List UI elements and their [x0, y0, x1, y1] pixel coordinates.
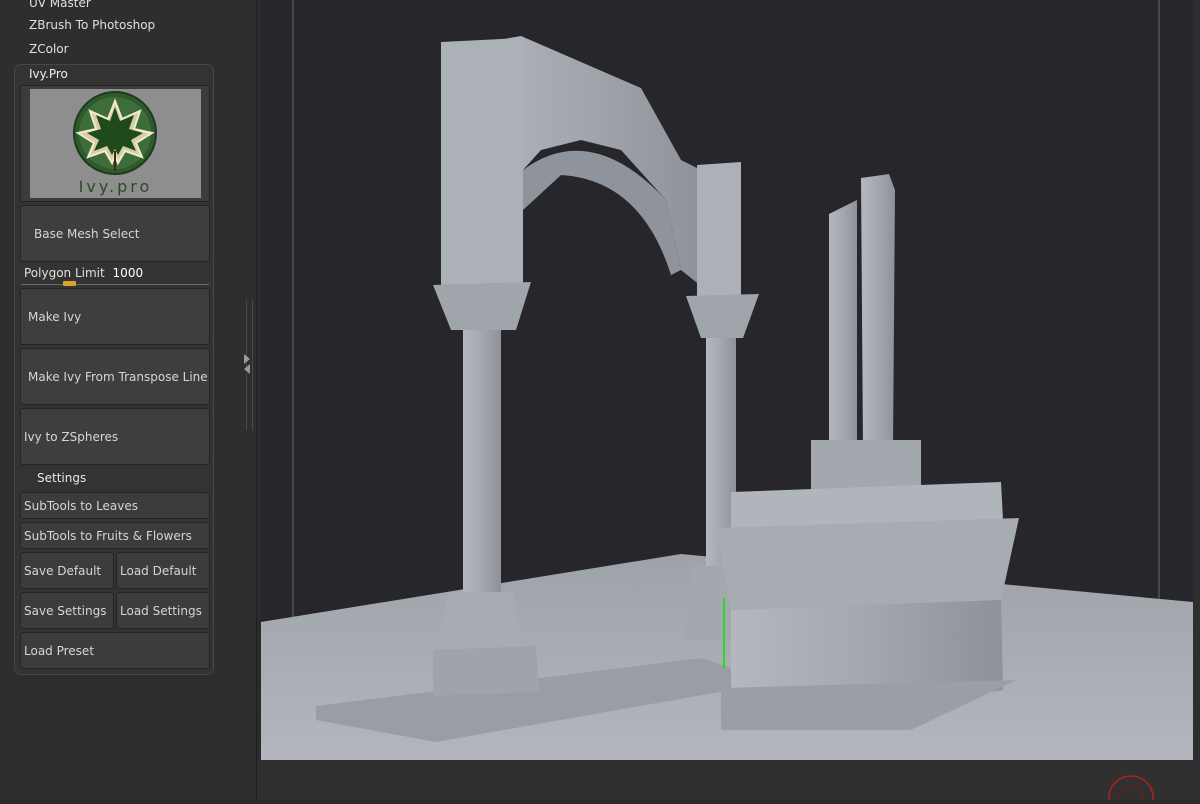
load-settings-button[interactable]: Load Settings — [116, 592, 210, 629]
record-icon[interactable] — [257, 760, 1200, 804]
load-default-button[interactable]: Load Default — [116, 552, 210, 589]
polygon-limit-label: Polygon Limit — [24, 266, 105, 280]
load-preset-button[interactable]: Load Preset — [20, 632, 210, 669]
base-mesh-select-button[interactable]: Base Mesh Select — [20, 205, 210, 262]
subtools-to-leaves-button[interactable]: SubTools to Leaves — [20, 492, 210, 519]
ivy-pro-panel: Ivy.Pro Ivy.pro Base Mesh Select Polygon… — [14, 64, 214, 675]
polygon-limit-value: 1000 — [112, 266, 144, 280]
menu-item-zcolor[interactable]: ZColor — [29, 42, 69, 56]
left-tray: UV Master ZBrush To Photoshop ZColor Ivy… — [0, 0, 257, 800]
ivy-logo-text: Ivy.pro — [78, 177, 153, 196]
make-ivy-button[interactable]: Make Ivy — [20, 288, 210, 345]
make-ivy-from-transpose-line-button[interactable]: Make Ivy From Transpose Line — [20, 348, 210, 405]
menu-item-zbrush-to-photoshop[interactable]: ZBrush To Photoshop — [29, 18, 155, 32]
subtools-to-fruits-flowers-button[interactable]: SubTools to Fruits & Flowers — [20, 522, 210, 549]
collapse-right-icon[interactable] — [244, 354, 250, 364]
polygon-limit-slider[interactable]: Polygon Limit 1000 — [24, 266, 143, 280]
document-viewport[interactable] — [261, 0, 1193, 760]
polygon-limit-thumb[interactable] — [63, 281, 76, 286]
ivy-to-zspheres-button[interactable]: Ivy to ZSpheres — [20, 408, 210, 465]
ivy-logo: Ivy.pro — [30, 89, 201, 198]
bottom-shelf — [257, 760, 1200, 804]
polygon-limit-track[interactable] — [21, 284, 209, 285]
ivy-pro-title[interactable]: Ivy.Pro — [29, 67, 68, 81]
ruins-3d-model — [261, 0, 1193, 760]
ivy-logo-frame: Ivy.pro — [20, 85, 210, 202]
save-default-button[interactable]: Save Default — [20, 552, 114, 589]
settings-subpalette[interactable]: Settings — [37, 471, 86, 485]
menu-item-uv-master[interactable]: UV Master — [29, 0, 91, 10]
collapse-left-icon[interactable] — [244, 364, 250, 374]
save-settings-button[interactable]: Save Settings — [20, 592, 114, 629]
right-tray — [1193, 0, 1200, 760]
